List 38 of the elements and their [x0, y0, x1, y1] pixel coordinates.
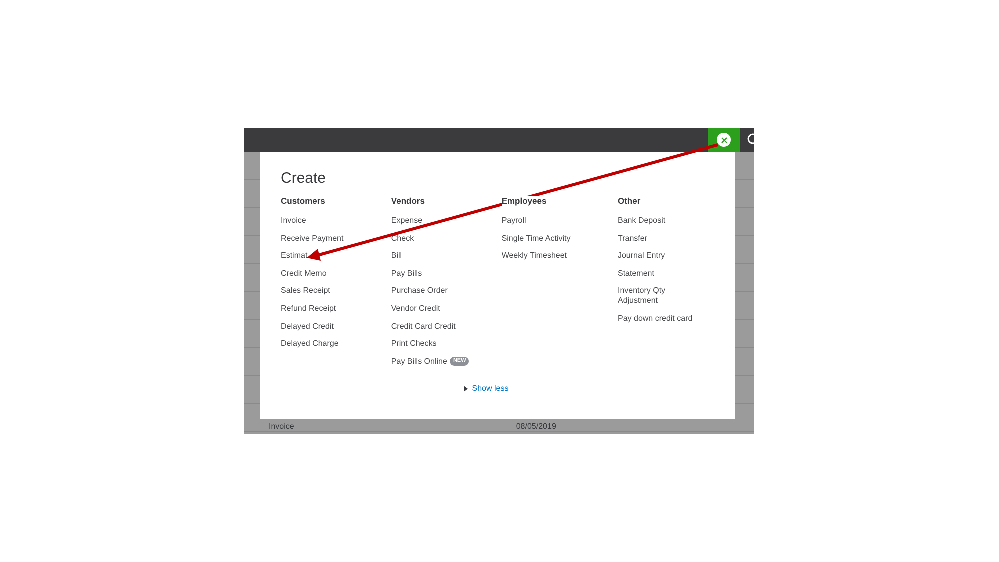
menu-item[interactable]: Journal Entry: [618, 251, 666, 262]
panel-title: Create: [281, 170, 328, 187]
menu-item[interactable]: Bill: [391, 251, 402, 262]
menu-item[interactable]: Bank Deposit: [618, 216, 666, 226]
menu-item[interactable]: Refund Receipt: [281, 304, 336, 314]
menu-item[interactable]: Receive Payment: [281, 234, 344, 244]
menu-item[interactable]: Pay Bills Online: [391, 356, 448, 367]
menu-item[interactable]: Sales Receipt: [281, 286, 330, 296]
table-cell: 08/05/2019: [516, 422, 556, 431]
column-heading: Customers: [281, 196, 326, 206]
menu-item[interactable]: Print Checks: [391, 339, 437, 350]
menu-item[interactable]: Estimat: [281, 251, 308, 262]
menu-item[interactable]: Pay Bills: [391, 268, 422, 279]
menu-item[interactable]: Invoice: [281, 216, 306, 226]
show-less-link[interactable]: Show less: [472, 384, 509, 394]
column-heading: Vendors: [391, 196, 425, 206]
menu-item[interactable]: Payroll: [502, 216, 526, 226]
close-icon: [720, 136, 728, 144]
column-heading: Other: [618, 196, 641, 206]
menu-item[interactable]: Transfer: [618, 234, 648, 244]
menu-item[interactable]: Delayed Credit: [281, 322, 334, 332]
menu-item[interactable]: Single Time Activity: [502, 234, 571, 244]
menu-item[interactable]: Credit Memo: [281, 268, 327, 279]
create-tab[interactable]: [708, 128, 740, 152]
column-heading: Employees: [502, 196, 547, 206]
menu-item[interactable]: Weekly Timesheet: [502, 251, 568, 262]
triangle-icon: [464, 386, 468, 392]
menu-item[interactable]: Delayed Charge: [281, 339, 339, 350]
menu-item[interactable]: Purchase Order: [391, 286, 448, 296]
menu-item[interactable]: Statement: [618, 268, 654, 279]
menu-item[interactable]: Expense: [391, 216, 423, 226]
menu-item[interactable]: Pay down credit card: [618, 314, 693, 324]
menu-item[interactable]: Check: [391, 234, 414, 244]
table-cell: Invoice: [269, 422, 294, 431]
close-button[interactable]: [717, 133, 731, 147]
menu-item[interactable]: Vendor Credit: [391, 304, 440, 314]
menu-item[interactable]: Credit Card Credit: [391, 322, 456, 332]
menu-item[interactable]: Inventory Qty Adjustment: [618, 286, 704, 306]
